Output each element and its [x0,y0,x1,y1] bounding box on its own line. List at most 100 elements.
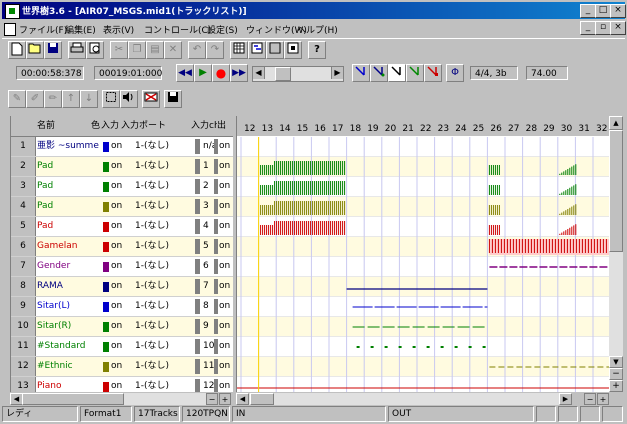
menu-file[interactable]: ファイル(F) [19,23,67,36]
output-on-toggle[interactable]: on [219,257,230,276]
table-row[interactable]: 13 Piano on 1-(なし) 12 on [11,377,233,392]
child-restore-button[interactable]: ▫ [595,21,611,35]
output-on-toggle[interactable]: on [219,137,230,156]
menu-control[interactable]: コントロール(C) [144,23,211,36]
row-number[interactable]: 11 [11,337,36,356]
output-spinner[interactable] [214,159,218,174]
input-on-toggle[interactable]: on [111,297,122,316]
menu-help[interactable]: ヘルプ(H) [297,23,338,36]
row-number[interactable]: 3 [11,177,36,196]
event-list-button[interactable] [266,41,284,59]
help-button[interactable]: ? [308,41,326,59]
input-ch-spinner[interactable] [195,359,200,374]
input-port[interactable]: 1-(なし) [135,377,169,392]
scroll-down-arrow[interactable]: ▼ [609,356,623,368]
save-track-button[interactable] [164,90,182,108]
new-file-button[interactable] [8,41,26,59]
input-on-toggle[interactable]: on [111,217,122,236]
output-on-toggle[interactable]: on [219,337,230,356]
row-number[interactable]: 6 [11,237,36,256]
track-name[interactable]: #Ethnic [37,357,101,376]
output-spinner[interactable] [214,199,218,214]
metronome-button[interactable] [352,64,370,82]
menu-settings[interactable]: 設定(S) [207,23,238,36]
scroll-up-arrow[interactable]: ▲ [609,116,623,130]
row-number[interactable]: 7 [11,257,36,276]
track-color-swatch[interactable] [103,342,109,352]
move-down-button[interactable]: ↓ [80,90,98,108]
sync-button[interactable]: Φ [446,64,464,82]
input-port[interactable]: 1-(なし) [135,137,169,156]
output-on-toggle[interactable]: on [219,217,230,236]
redo-button[interactable]: ↷ [206,41,224,59]
input-ch-spinner[interactable] [195,319,200,334]
header-input-ch[interactable]: 入力ch [191,116,220,137]
rewind-button[interactable]: ◀◀ [176,64,194,82]
table-row[interactable]: 10 Sitar(R) on 1-(なし) 9 on [11,317,233,337]
track-name[interactable]: #Standard [37,337,101,356]
play-button[interactable]: ▶ [194,64,212,82]
input-on-toggle[interactable]: on [111,177,122,196]
input-channel[interactable]: 2 [203,177,209,196]
print-button[interactable] [68,41,86,59]
track-name[interactable]: Pad [37,177,101,196]
output-spinner[interactable] [214,319,218,334]
input-on-toggle[interactable]: on [111,377,122,392]
track-name[interactable]: 亜影 ~summe [37,137,101,156]
document-icon[interactable] [4,23,16,36]
input-port[interactable]: 1-(なし) [135,297,169,316]
row-number[interactable]: 12 [11,357,36,376]
output-spinner[interactable] [214,219,218,234]
open-file-button[interactable] [26,41,44,59]
arrange-scroll-left-arrow[interactable]: ◀ [236,393,249,405]
track-name[interactable]: Sitar(L) [37,297,101,316]
output-spinner[interactable] [214,259,218,274]
header-name[interactable]: 名前 [37,116,56,137]
input-ch-spinner[interactable] [195,179,200,194]
output-on-toggle[interactable]: on [219,317,230,336]
header-input-port[interactable]: 入力ポート [121,116,167,137]
header-input[interactable]: 入力 [101,116,120,137]
input-ch-spinner[interactable] [195,159,200,174]
arrange-scroll-thumb[interactable] [250,393,274,405]
track-name[interactable]: Gender [37,257,101,276]
input-on-toggle[interactable]: on [111,357,122,376]
input-ch-spinner[interactable] [195,259,200,274]
track-name[interactable]: Pad [37,157,101,176]
pen-tool-button[interactable]: ✎ [8,90,26,108]
slider-thumb[interactable] [275,67,291,81]
input-on-toggle[interactable]: on [111,237,122,256]
row-number[interactable]: 1 [11,137,36,156]
row-number[interactable]: 5 [11,217,36,236]
input-ch-spinner[interactable] [195,219,200,234]
slider-left-arrow[interactable]: ◀ [253,67,265,79]
output-on-toggle[interactable]: on [219,277,230,296]
track-color-swatch[interactable] [103,182,109,192]
input-ch-spinner[interactable] [195,299,200,314]
size-grip[interactable] [602,406,623,422]
child-minimize-button[interactable]: _ [580,21,596,35]
track-color-swatch[interactable] [103,282,109,292]
arrange-zoom-minus[interactable]: − [584,393,596,405]
track-arrange-area[interactable]: 12 13 14 15 16 17 18 19 20 21 22 23 24 25 26 27 28 29 30 31… [236,116,609,392]
record-button[interactable]: ● [212,64,230,82]
output-spinner[interactable] [214,359,218,374]
track-list-button[interactable] [230,41,248,59]
vertical-scrollbar[interactable]: ▲ ▼ − + [609,116,623,392]
input-on-toggle[interactable]: on [111,197,122,216]
slider-right-arrow[interactable]: ▶ [331,67,343,79]
output-on-toggle[interactable]: on [219,157,230,176]
input-port[interactable]: 1-(なし) [135,257,169,276]
move-up-button[interactable]: ↑ [62,90,80,108]
track-name[interactable]: RAMA [37,277,101,296]
track-color-swatch[interactable] [103,162,109,172]
input-channel[interactable]: 1 [203,157,209,176]
input-ch-spinner[interactable] [195,199,200,214]
track-name[interactable]: Piano [37,377,101,392]
auto-scroll-button[interactable] [388,64,406,82]
track-name[interactable]: Pad [37,217,101,236]
track-name[interactable]: Sitar(R) [37,317,101,336]
arrange-scroll-right-arrow[interactable]: ▶ [559,393,572,405]
fast-forward-button[interactable]: ▶▶ [230,64,248,82]
undo-button[interactable]: ↶ [188,41,206,59]
